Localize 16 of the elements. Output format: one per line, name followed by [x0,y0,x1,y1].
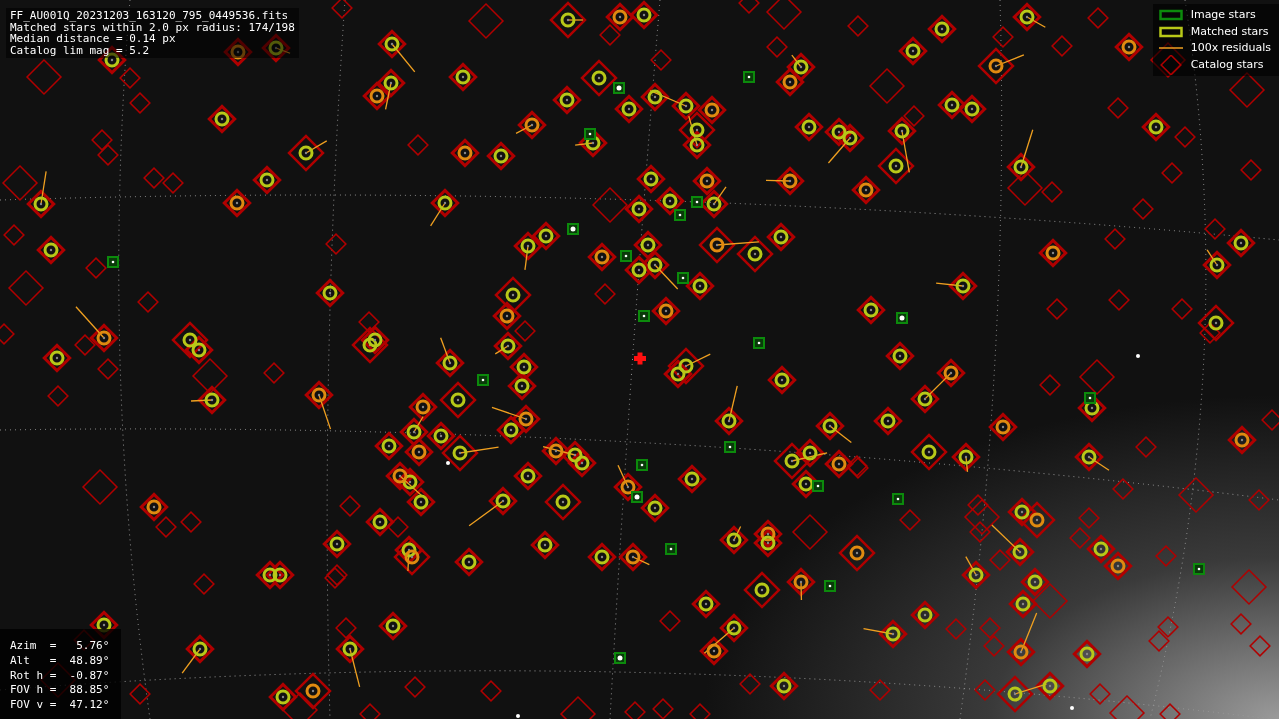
pointing-text: Alt = 48.89° [10,653,110,669]
diamond-icon [1158,54,1183,75]
info-text: Matched stars within 2.0 px radius: 174/198 [10,21,295,33]
pointing-text: Azim = 5.76° [10,639,110,654]
pointing-text: FOV v = 47.12° [10,698,110,713]
legend-label: Matched stars [1190,23,1269,40]
legend-label: Catalog stars [1190,56,1264,73]
image-star-box-icon [1158,9,1183,22]
info-text: Catalog lim mag = 5.2 [10,44,151,56]
legend-label: Image stars [1190,7,1256,23]
legend-label: 100x residuals [1190,40,1271,56]
pointing-text: FOV h = 88.85° [10,683,110,699]
info-text: Median distance = 0.14 px [10,33,176,45]
info-text: FF_AU001Q_20231203_163120_795_0449536.fits [10,10,290,22]
pointing-text: Rot h = -0.87° [10,668,110,684]
matched-star-box-icon [1158,25,1183,38]
